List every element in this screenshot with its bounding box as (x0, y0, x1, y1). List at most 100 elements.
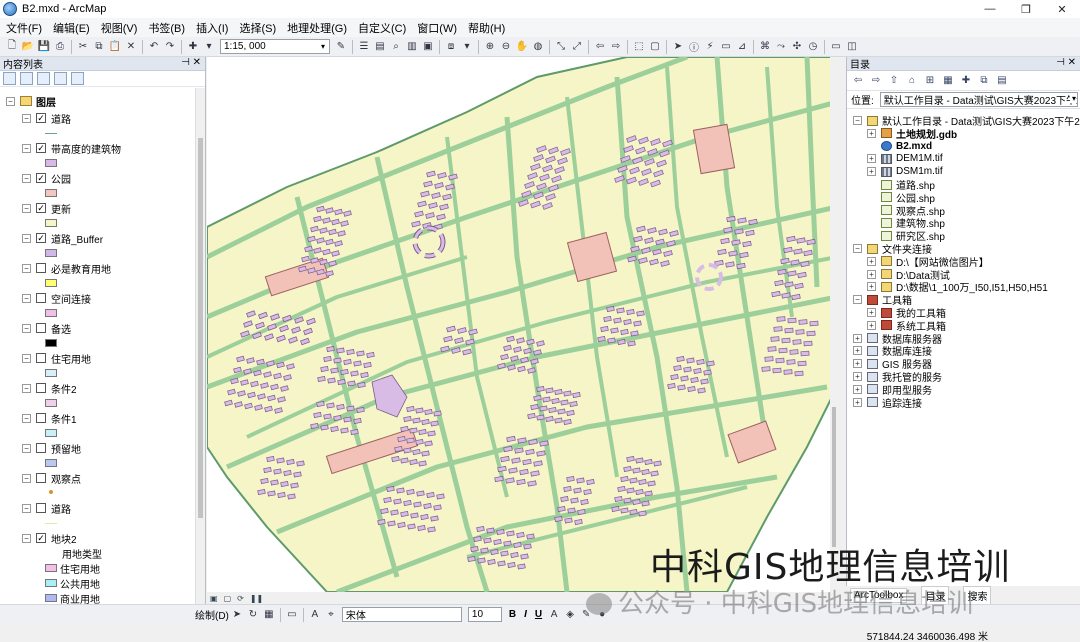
select-features-icon[interactable]: ⬚ (632, 40, 646, 54)
layer-item[interactable]: − 条件1 (22, 411, 77, 426)
collapse-toggle-icon[interactable]: − (22, 473, 31, 483)
collapse-toggle-icon[interactable]: − (22, 383, 31, 393)
menu-bookmarks[interactable]: 书签(B) (148, 20, 185, 36)
menu-selection[interactable]: 选择(S) (239, 20, 276, 36)
layout-view-icon[interactable]: ▢ (224, 594, 232, 603)
connect-folder-icon[interactable]: ⊞ (924, 75, 936, 87)
dropdown-arrow-icon[interactable]: ▾ (202, 40, 216, 54)
map-vertical-scrollbar[interactable] (830, 57, 838, 592)
home-folder-icon[interactable]: ⌂ (906, 75, 918, 87)
layer-item[interactable]: − 观察点 (22, 471, 81, 486)
collapse-toggle-icon[interactable]: − (22, 353, 31, 363)
menu-insert[interactable]: 插入(I) (196, 20, 228, 36)
menu-view[interactable]: 视图(V) (101, 20, 138, 36)
map-canvas[interactable] (207, 57, 837, 592)
layer-visibility-checkbox[interactable]: ✓ (36, 533, 46, 543)
list-by-visibility-icon[interactable] (37, 72, 50, 85)
layer-item[interactable]: − ✓ 更新 (22, 201, 71, 216)
search-window-icon[interactable]: ⌕ (389, 40, 403, 54)
chevron-down-icon[interactable]: ▾ (1069, 94, 1076, 103)
data-view-icon[interactable]: ▣ (210, 594, 218, 603)
back-arrow-icon[interactable]: ⇦ (852, 75, 864, 87)
toc-options-icon[interactable] (71, 72, 84, 85)
find-route-icon[interactable]: ⤳ (774, 40, 788, 54)
layer-visibility-checkbox[interactable]: ✓ (36, 233, 46, 243)
copy-icon[interactable]: ⧉ (92, 40, 106, 54)
collapse-toggle-icon[interactable]: − (22, 323, 31, 333)
add-data-icon[interactable]: ✚ (186, 40, 200, 54)
expand-toggle-icon[interactable]: + (867, 320, 876, 330)
collapse-toggle-icon[interactable]: − (22, 143, 31, 153)
underline-button[interactable]: U (535, 609, 542, 620)
menu-help[interactable]: 帮助(H) (468, 20, 505, 36)
toc-scrollbar[interactable] (195, 88, 205, 604)
expand-toggle-icon[interactable]: + (867, 269, 876, 279)
collapse-toggle-icon[interactable]: − (22, 503, 31, 513)
list-by-selection-icon[interactable] (54, 72, 67, 85)
layer-item[interactable]: − ✓ 带高度的建筑物 (22, 141, 121, 156)
map-scale-combo[interactable]: 1:15, 000 ▾ (220, 39, 330, 54)
close-button[interactable]: ✕ (1044, 0, 1080, 18)
expand-toggle-icon[interactable]: + (867, 128, 876, 138)
view-options-icon[interactable]: ▦ (942, 75, 954, 87)
layer-visibility-checkbox[interactable] (36, 353, 46, 363)
catalog-item[interactable]: + 土地规划.gdb (867, 127, 957, 141)
layer-visibility-checkbox[interactable] (36, 503, 46, 513)
clear-selection-icon[interactable]: ▢ (648, 40, 662, 54)
layer-item[interactable]: − 预留地 (22, 441, 81, 456)
rotate-icon[interactable]: ↻ (246, 608, 260, 622)
expand-toggle-icon[interactable]: − (853, 116, 862, 125)
menu-windows[interactable]: 窗口(W) (417, 20, 457, 36)
location-combo[interactable]: 默认工作目录 - Data测试\GIS大赛2023下午2 ▾ (879, 92, 1078, 107)
layer-group-root[interactable]: − 图层 (6, 94, 56, 109)
maximize-button[interactable]: ❐ (1008, 0, 1044, 18)
full-extent-globe-icon[interactable]: ◍ (531, 40, 545, 54)
minimize-button[interactable]: — (972, 0, 1008, 18)
expand-toggle-icon[interactable]: + (853, 384, 862, 394)
expand-toggle-icon[interactable]: + (853, 333, 862, 343)
font-family-combo[interactable]: 宋体 (341, 607, 462, 622)
expand-toggle-icon[interactable]: + (867, 308, 876, 317)
zoom-out-icon[interactable]: ⊖ (499, 40, 513, 54)
layer-visibility-checkbox[interactable]: ✓ (36, 173, 46, 183)
select-elements-arrow-icon[interactable]: ➤ (230, 608, 244, 622)
save-icon[interactable]: 💾 (37, 40, 51, 54)
text-tool-icon[interactable]: A (308, 608, 322, 622)
layer-item[interactable]: − 空间连接 (22, 291, 91, 306)
expand-toggle-icon[interactable]: + (853, 372, 862, 381)
layer-item[interactable]: − 必是教育用地 (22, 261, 111, 276)
menu-edit[interactable]: 编辑(E) (53, 20, 90, 36)
layer-visibility-checkbox[interactable]: ✓ (36, 203, 46, 213)
layer-item[interactable]: − 条件2 (22, 381, 77, 396)
expand-toggle-icon[interactable]: + (853, 359, 862, 369)
layer-item[interactable]: − 道路 (22, 501, 71, 516)
redo-icon[interactable]: ↷ (163, 40, 177, 54)
layer-item[interactable]: − 备选 (22, 321, 71, 336)
collapse-toggle-icon[interactable]: − (22, 113, 31, 123)
dropdown-arrow-icon[interactable]: ▾ (460, 40, 474, 54)
expand-toggle-icon[interactable]: − (853, 295, 862, 305)
fixed-zoom-in-icon[interactable]: ⤡ (554, 40, 568, 54)
edit-vertices-icon[interactable]: ⌖ (324, 608, 338, 622)
list-by-drawing-order-icon[interactable] (3, 72, 16, 85)
layer-item[interactable]: − ✓ 道路_Buffer (22, 231, 103, 246)
layer-visibility-checkbox[interactable] (36, 323, 46, 333)
modelbuilder-icon[interactable]: ⧈ (444, 40, 458, 54)
scrollbar-thumb[interactable] (198, 138, 203, 518)
new-document-icon[interactable]: 🗋 (5, 40, 19, 54)
menu-customize[interactable]: 自定义(C) (358, 20, 406, 36)
expand-toggle-icon[interactable]: + (867, 167, 876, 177)
layer-item[interactable]: − ✓ 公园 (22, 171, 71, 186)
pan-hand-icon[interactable]: ✋ (515, 40, 529, 54)
collapse-toggle-icon[interactable]: − (22, 533, 31, 543)
collapse-toggle-icon[interactable]: − (22, 263, 31, 273)
chevron-down-icon[interactable]: ▾ (318, 41, 328, 52)
identify-icon[interactable]: ⓘ (687, 40, 701, 54)
go-to-xy-icon[interactable]: ✣ (790, 40, 804, 54)
collapse-toggle-icon[interactable]: − (22, 203, 31, 213)
fill-color-icon[interactable]: ◈ (563, 608, 577, 622)
layer-visibility-checkbox[interactable] (36, 293, 46, 303)
layer-visibility-checkbox[interactable] (36, 383, 46, 393)
magnifier-window-icon[interactable]: ◫ (845, 40, 859, 54)
viewer-window-icon[interactable]: ▭ (829, 40, 843, 54)
